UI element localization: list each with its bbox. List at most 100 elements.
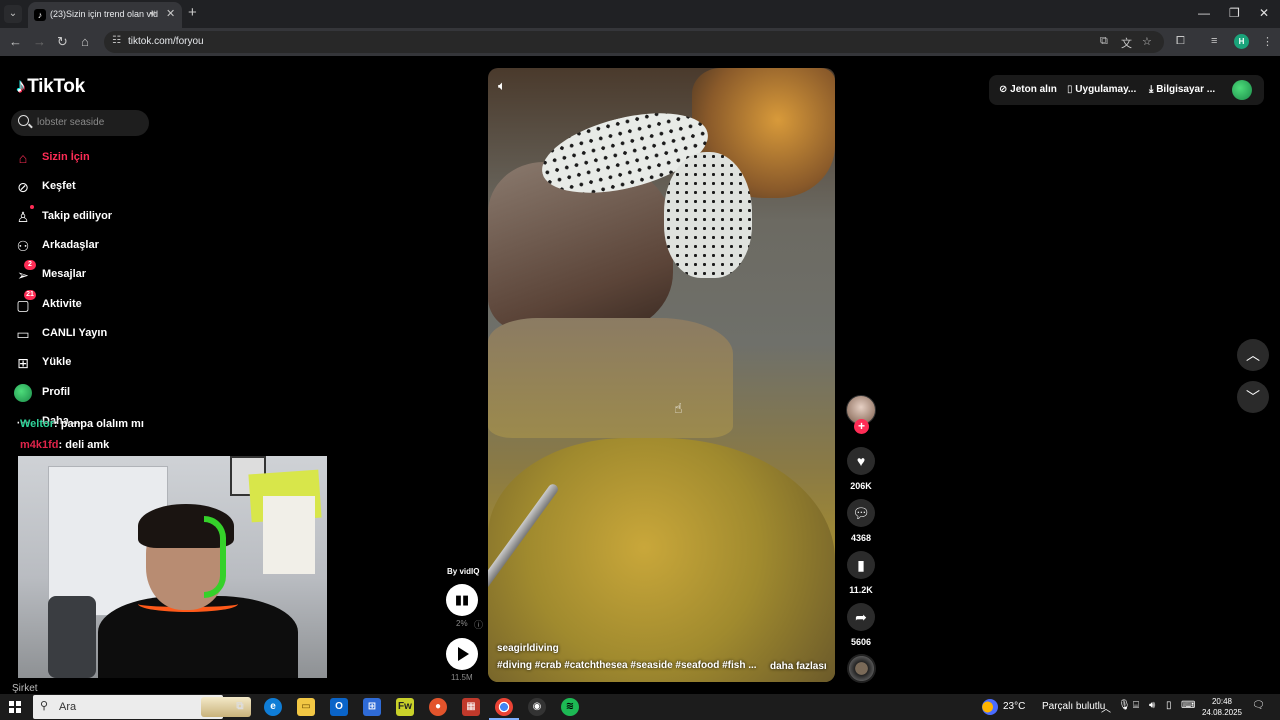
save-button[interactable]: ▮ — [847, 551, 875, 579]
video-author[interactable]: seagirldiving — [497, 643, 559, 654]
previous-video-button[interactable]: ︿ — [1237, 339, 1269, 371]
follow-plus-icon[interactable]: + — [854, 419, 869, 434]
nav-label: Takip ediliyor — [42, 210, 113, 222]
desktop-app-button[interactable]: ⤓ Bilgisayar ... — [1149, 84, 1215, 95]
close-window-button[interactable]: ✕ — [1259, 6, 1269, 20]
webcam-background-paper — [263, 496, 315, 574]
site-info-icon[interactable]: ☷ — [112, 35, 121, 46]
tray-chevron-icon[interactable]: ︿ — [1101, 700, 1111, 715]
video-more-link[interactable]: daha fazlası — [770, 661, 827, 672]
activity-badge: 21 — [24, 290, 36, 300]
network-icon[interactable]: ⌸ — [1133, 700, 1139, 711]
video-hashtags[interactable]: #diving #crab #catchthesea #seaside #sea… — [497, 660, 757, 671]
fireworks-app-icon[interactable]: Fw — [396, 698, 414, 716]
tab-close-icon[interactable]: ✕ — [166, 7, 175, 20]
windows-start-icon[interactable] — [9, 701, 21, 713]
get-app-label: Uygulamay... — [1075, 84, 1137, 95]
comment-button[interactable]: 💬︎ — [847, 499, 875, 527]
microphone-icon[interactable]: 🎙︎ — [1118, 700, 1131, 711]
get-app-button[interactable]: ▯ Uygulamay... — [1067, 84, 1136, 95]
bookmark-star-icon[interactable]: ☆ — [1142, 35, 1152, 48]
back-button[interactable]: ← — [9, 34, 22, 49]
share-button[interactable]: ➦ — [847, 603, 875, 631]
volume-icon[interactable]: 🔈︎ — [498, 78, 506, 94]
browser-profile-avatar[interactable]: H — [1234, 34, 1249, 49]
eel-head — [664, 152, 752, 278]
media-app-icon[interactable]: ● — [429, 698, 447, 716]
user-avatar[interactable] — [1232, 80, 1252, 100]
home-button[interactable]: ⌂ — [81, 34, 89, 49]
volume-icon[interactable]: 🔊︎ — [1149, 700, 1155, 711]
clock-time: 20:48 — [1211, 697, 1233, 706]
new-tab-button[interactable]: + — [188, 4, 197, 21]
get-coins-button[interactable]: ⊘ Jeton alın — [999, 84, 1057, 95]
file-explorer-icon[interactable]: ▭ — [297, 698, 315, 716]
store-icon[interactable]: ⊞ — [363, 698, 381, 716]
chat-username: Weltor — [20, 418, 55, 430]
search-input[interactable]: lobster seaside — [11, 110, 149, 136]
nav-label: Profil — [42, 386, 71, 398]
taskbar-search-input[interactable]: ⚲ Ara — [33, 695, 251, 719]
video-player[interactable]: 🔈︎ ☝︎ seagirldiving #diving #crab #catch… — [488, 68, 835, 682]
vidiq-label: By vidIQ — [447, 567, 480, 576]
spotify-icon[interactable]: ≋ — [561, 698, 579, 716]
tiktok-favicon-icon: ♪ — [34, 9, 46, 21]
heart-icon: ♥ — [856, 453, 866, 469]
weather-icon[interactable] — [982, 699, 998, 715]
tab-search-button[interactable]: ⌄ — [4, 5, 22, 23]
video-moray-eel — [534, 98, 760, 288]
forward-button[interactable]: → — [33, 34, 46, 49]
like-count: 206K — [850, 481, 872, 491]
vidiq-play-button[interactable] — [446, 638, 478, 670]
vidiq-views: 11.5M — [451, 673, 473, 682]
chrome-icon[interactable] — [489, 698, 519, 720]
taskbar-clock[interactable]: 20:48 24.08.2025 — [1198, 696, 1246, 718]
browser-tab[interactable]: ♪ (23)Sizin için trend olan vid 🔊︎ ✕ — [28, 2, 182, 28]
notification-icon[interactable]: 🗨︎ — [1252, 700, 1265, 711]
nav-label: CANLI Yayın — [42, 327, 108, 339]
messages-badge: 2 — [24, 260, 36, 270]
chat-text: : panpa olalım mı — [54, 418, 144, 430]
vidiq-stats-button[interactable]: ▮▮ — [446, 584, 478, 616]
browser-menu-icon[interactable]: ⋮ — [1262, 35, 1273, 48]
minimize-button[interactable]: — — [1198, 6, 1210, 20]
outlook-icon[interactable]: O — [330, 698, 348, 716]
comment-icon: 💬︎ — [852, 505, 870, 521]
like-button[interactable]: ♥ — [847, 447, 875, 475]
vidiq-percent: 2% — [456, 619, 468, 628]
music-disc-icon[interactable] — [847, 654, 876, 683]
headset-icon — [204, 516, 226, 598]
chat-text: : deli amk — [58, 439, 110, 451]
tiktok-logo[interactable]: ♪ TikTok — [16, 76, 85, 98]
restore-button[interactable]: ❐ — [1229, 6, 1240, 20]
webcam-overlay — [18, 456, 327, 678]
top-actions-bar: ⊘ Jeton alın ▯ Uygulamay... ⤓ Bilgisayar… — [989, 75, 1264, 105]
obs-icon[interactable]: ◉ — [528, 698, 546, 716]
webcam-chair — [48, 596, 96, 678]
battery-icon[interactable]: ▯ — [1166, 700, 1172, 711]
extensions-icon[interactable]: ⧠ — [1176, 35, 1185, 48]
reload-button[interactable]: ↻ — [57, 34, 68, 50]
tab-title: (23)Sizin için trend olan vid — [50, 9, 159, 19]
cast-icon[interactable]: ⧉ — [1100, 35, 1108, 48]
tab-audio-icon[interactable]: 🔊︎ — [150, 8, 156, 19]
address-bar[interactable]: ☷ tiktok.com/foryou ⧉ 文 ☆ — [104, 31, 1164, 53]
game-app-icon[interactable]: ▦ — [462, 698, 480, 716]
task-view-icon[interactable]: ⧉ — [231, 698, 249, 716]
logo-text: TikTok — [27, 76, 85, 97]
url-text: tiktok.com/foryou — [128, 36, 204, 47]
keyboard-icon[interactable]: ⌨ — [1181, 700, 1195, 711]
info-icon[interactable]: ⓘ — [474, 618, 483, 631]
next-video-button[interactable]: ﹀ — [1237, 381, 1269, 413]
browser-tab-bar: ⌄ ♪ (23)Sizin için trend olan vid 🔊︎ ✕ +… — [0, 0, 1280, 28]
get-coins-label: Jeton alın — [1010, 84, 1057, 95]
edge-icon[interactable]: e — [264, 698, 282, 716]
comment-count: 4368 — [850, 533, 872, 543]
coin-icon: ⊘ — [999, 84, 1011, 95]
mouse-cursor-icon: ☝︎ — [674, 400, 683, 416]
chat-message: m4k1fd: deli amk — [20, 439, 109, 451]
desktop-app-label: Bilgisayar ... — [1156, 84, 1216, 95]
following-icon: ♙ — [16, 209, 30, 225]
translate-icon[interactable]: 文 — [1121, 35, 1132, 51]
media-controls-icon[interactable]: ≡ — [1211, 35, 1217, 47]
